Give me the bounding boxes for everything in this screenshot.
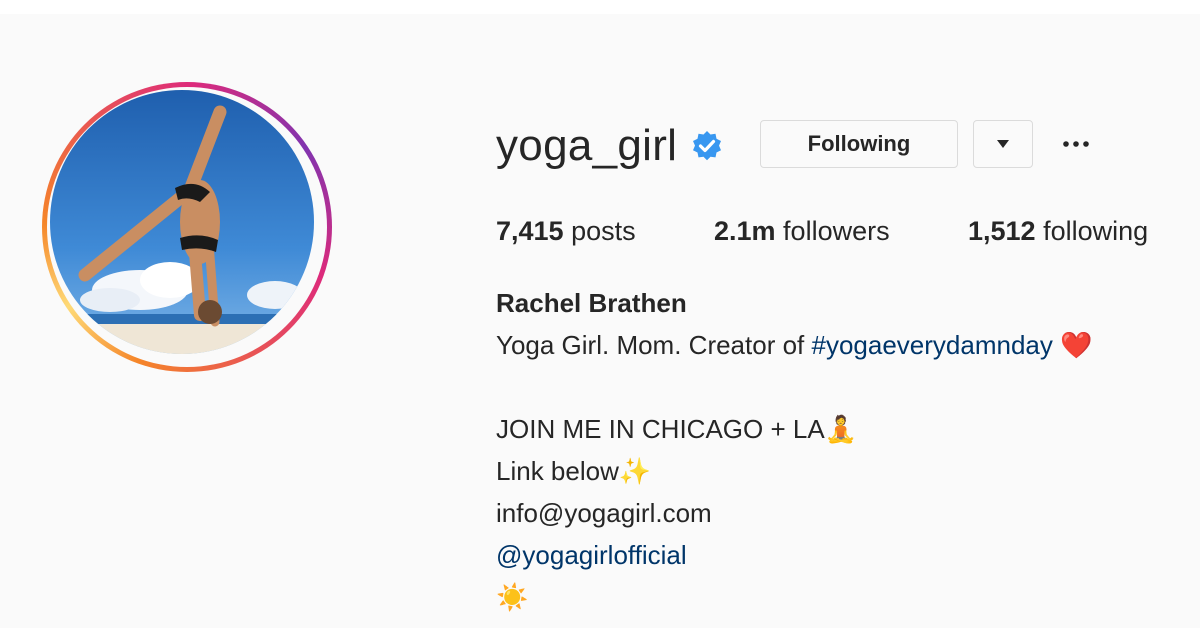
followers-link[interactable]: 2.1m followers (714, 214, 890, 248)
suggested-accounts-dropdown-button[interactable] (973, 120, 1033, 168)
bio-line: JOIN ME IN CHICAGO + LA🧘 (496, 412, 1186, 447)
bio-line: Link below✨ (496, 454, 1186, 489)
followers-label: followers (775, 216, 890, 246)
caret-down-icon (997, 140, 1009, 148)
bio-text: JOIN ME IN CHICAGO + LA (496, 414, 825, 444)
yoga-emoji: 🧘 (824, 415, 858, 445)
hashtag-link[interactable]: #yogaeverydamnday (812, 330, 1053, 360)
sun-emoji: ☀️ (496, 583, 529, 613)
mention-link[interactable]: @yogagirlofficial (496, 540, 687, 570)
verified-badge-icon (693, 131, 721, 161)
bio-line: Yoga Girl. Mom. Creator of #yogaeverydam… (496, 328, 1186, 363)
bio-line: @yogagirlofficial (496, 538, 1186, 572)
followers-count: 2.1m (714, 216, 776, 246)
bio-text: Link below (496, 456, 619, 486)
following-link[interactable]: 1,512 following (968, 214, 1148, 248)
red-heart-emoji: ❤️ (1060, 331, 1093, 361)
following-count: 1,512 (968, 216, 1036, 246)
sparkles-emoji: ✨ (618, 457, 652, 487)
bio-email: info@yogagirl.com (496, 498, 712, 528)
more-options-icon (1063, 141, 1089, 147)
bio-line: ☀️ (496, 580, 1186, 615)
more-options-button[interactable] (1058, 128, 1094, 160)
posts-count: 7,415 (496, 216, 564, 246)
full-name: Rachel Brathen (496, 288, 687, 318)
posts-label: posts (563, 216, 636, 246)
following-button[interactable]: Following (760, 120, 958, 168)
following-label: following (1035, 216, 1149, 246)
bio-text: Yoga Girl. Mom. Creator of (496, 330, 812, 360)
profile-photo (50, 90, 314, 354)
avatar[interactable] (42, 82, 332, 372)
posts-count-stat: 7,415 posts (496, 214, 636, 248)
username: yoga_girl (496, 121, 678, 170)
